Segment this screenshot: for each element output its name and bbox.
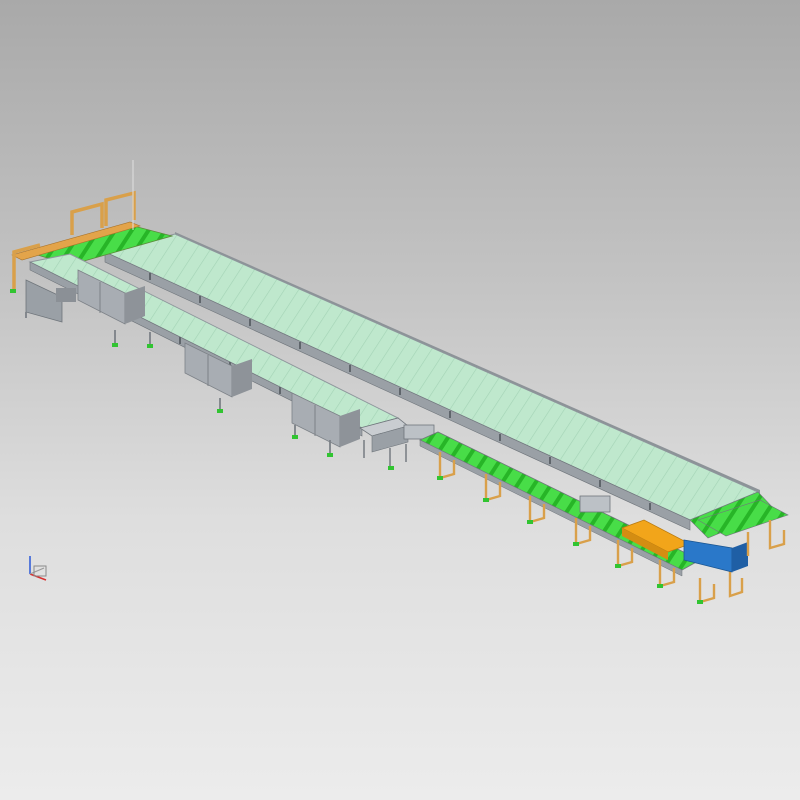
blue-guard[interactable] bbox=[683, 539, 733, 573]
main-belt-conveyor[interactable] bbox=[103, 232, 776, 539]
main-conveyor-front-rail bbox=[104, 251, 691, 531]
conveyor-assembly-model[interactable] bbox=[0, 0, 800, 800]
axis-triad-icon[interactable] bbox=[20, 552, 52, 584]
cad-viewport[interactable] bbox=[0, 0, 800, 800]
